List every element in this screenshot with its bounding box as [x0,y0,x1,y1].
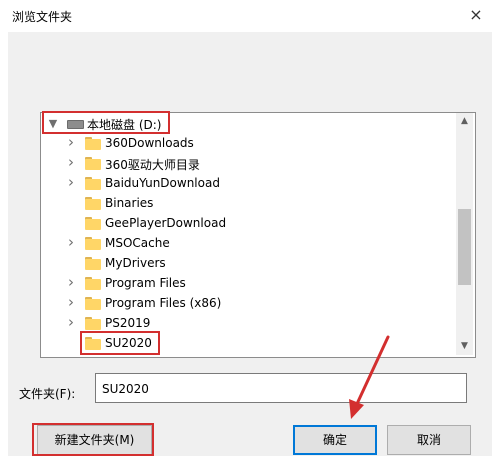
folder-icon [85,257,101,270]
tree-item[interactable]: › Program Files (x86) [41,294,456,314]
folder-icon [85,177,101,190]
tree-item-label: Binaries [105,196,154,210]
tree-item[interactable]: › BaiduYunDownload [41,174,456,194]
tree-item[interactable]: Binaries [41,194,456,214]
ok-button[interactable]: 确定 [293,425,377,455]
chevron-right-icon[interactable]: › [65,235,77,250]
folder-icon [85,217,101,230]
tree-item-label: MyDrivers [105,256,166,270]
chevron-right-icon[interactable]: › [65,135,77,150]
window-title: 浏览文件夹 [12,10,73,24]
tree-item[interactable]: GeePlayerDownload [41,214,456,234]
tree-item-label: MSOCache [105,236,170,250]
tree-item[interactable]: › 360Downloads [41,134,456,154]
tree-item-label: Program Files [105,276,186,290]
chevron-right-icon[interactable]: › [65,275,77,290]
folder-field-label: 文件夹(F): [19,387,76,401]
title-bar: 浏览文件夹 × [0,0,498,32]
tree-item[interactable]: › Program Files [41,274,456,294]
chevron-right-icon[interactable]: › [65,175,77,190]
chevron-right-icon[interactable]: › [65,155,77,170]
tree-item-label: 360驱动大师目录 [105,158,200,172]
tree-scrollbar[interactable]: ▲ ▼ [456,113,473,355]
folder-icon [85,197,101,210]
tree-item-label: GeePlayerDownload [105,216,227,230]
tree-item-label: BaiduYunDownload [105,176,220,190]
folder-icon [85,277,101,290]
scroll-up-icon[interactable]: ▲ [456,113,473,130]
folder-tree[interactable]: ▼ 本地磁盘 (D:) › 360Downloads › 360驱动大师目录 › Baid… [40,112,476,358]
tree-item[interactable]: › MSOCache [41,234,456,254]
folder-icon [85,337,101,350]
tree-item-label: 360Downloads [105,136,194,150]
tree-item-label: Program Files (x86) [105,296,222,310]
drive-icon [67,120,84,129]
chevron-right-icon[interactable]: › [65,315,77,330]
folder-icon [85,237,101,250]
scroll-thumb[interactable] [458,209,471,285]
cancel-button[interactable]: 取消 [387,425,471,455]
tree-item-label: PS2019 [105,316,151,330]
tree-item-label: SU2020 [105,336,152,350]
chevron-down-icon[interactable]: ▼ [47,117,59,131]
tree-item[interactable]: › PS2019 [41,314,456,334]
tree-item-selected[interactable]: SU2020 [41,334,456,354]
tree-item-drive[interactable]: ▼ 本地磁盘 (D:) [41,114,456,134]
folder-icon [85,297,101,310]
folder-icon [85,157,101,170]
folder-icon [85,317,101,330]
folder-icon [85,137,101,150]
tree-item-label: 本地磁盘 (D:) [87,118,162,132]
new-folder-button[interactable]: 新建文件夹(M) [37,425,152,455]
scroll-down-icon[interactable]: ▼ [456,338,473,355]
tree-item[interactable]: MyDrivers [41,254,456,274]
chevron-right-icon[interactable]: › [65,295,77,310]
close-icon[interactable]: × [463,2,489,28]
folder-name-input[interactable]: SU2020 [95,373,467,403]
tree-item[interactable]: › 360驱动大师目录 [41,154,456,174]
